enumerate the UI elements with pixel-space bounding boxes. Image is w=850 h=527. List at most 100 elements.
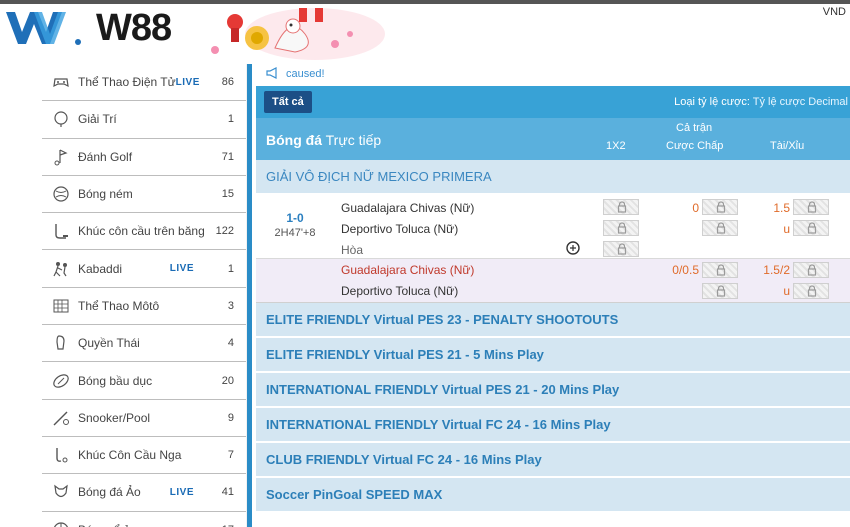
sidebar-item[interactable]: Bóng ném 15 <box>42 175 246 214</box>
w88-logo[interactable]: W88 <box>4 6 172 49</box>
w88-logo-icon <box>6 12 81 45</box>
sport-name: Bóng đá <box>266 132 322 148</box>
match-score: 1-0 <box>286 211 304 225</box>
home-team: Guadalajara Chivas (Nữ) <box>341 201 475 215</box>
league-list: ELITE FRIENDLY Virtual PES 23 - PENALTY … <box>256 303 850 513</box>
notice-text: caused! <box>286 68 325 80</box>
sidebar-item-label: Thể Thao Môtô <box>78 298 160 313</box>
sidebar-item[interactable]: Bóng rổ ảo17 <box>42 511 246 527</box>
entertainment-icon <box>52 110 70 128</box>
odds-type-value[interactable]: Tỷ lệ cược Decimal <box>753 96 848 108</box>
col-overunder-header: Tài/Xỉu <box>770 140 805 152</box>
handball-icon <box>52 185 70 203</box>
league-header[interactable]: Soccer PinGoal SPEED MAX <box>256 478 850 513</box>
league-header[interactable]: CLUB FRIENDLY Virtual FC 24 - 16 Mins Pl… <box>256 443 850 478</box>
sidebar-item[interactable]: Kabaddi LIVE 1 <box>42 250 246 288</box>
sidebar-item-label: Bóng bầu dục <box>78 373 153 388</box>
sidebar-item-count: 1 <box>227 262 234 275</box>
currency-label[interactable]: VND <box>823 6 846 18</box>
away-team: Deportivo Toluca (Nữ) <box>341 222 459 236</box>
sidebar-item-label: Đánh Golf <box>78 149 133 164</box>
sidebar-item-count: 3 <box>227 299 234 312</box>
draw-label: Hòa <box>341 243 364 257</box>
full-match-label: Cả trận <box>676 122 713 134</box>
sidebar-item[interactable]: Khúc Côn Cầu Nga 7 <box>42 436 246 475</box>
overunder-line: 1.5/2 <box>763 263 790 277</box>
match-row-alt-line: Guadalajara Chivas (Nữ) Deportivo Toluca… <box>256 259 850 303</box>
league-header[interactable]: ELITE FRIENDLY Virtual PES 21 - 5 Mins P… <box>256 338 850 373</box>
sidebar-item-count: 71 <box>221 150 234 163</box>
sidebar-item-count: 4 <box>227 337 234 350</box>
locked-odds-under <box>793 220 829 236</box>
sidebar-item-count: 1 <box>227 113 234 126</box>
away-team: Deportivo Toluca (Nữ) <box>341 284 459 298</box>
megaphone-icon <box>266 66 280 82</box>
muay-thai-icon <box>52 334 70 352</box>
filter-bar: Tất cả Loại tỷ lệ cược: Tỷ lệ cược Decim… <box>256 86 850 118</box>
sidebar-item-label: Bóng đá Ảo <box>78 485 141 500</box>
sidebar-item-label: Khúc côn cầu trên băng <box>78 224 205 239</box>
sidebar-item-label: Quyền Thái <box>78 336 140 351</box>
all-filter-button[interactable]: Tất cả <box>264 91 312 113</box>
snooker-icon <box>52 409 70 427</box>
rugby-icon <box>52 372 70 390</box>
match-row: 1-0 2H47'+8 Guadalajara Chivas (Nữ) Depo… <box>256 195 850 259</box>
brand-text: W88 <box>96 6 172 49</box>
sidebar-item[interactable]: Thể Thao Điện Tử LIVE 86 <box>42 64 246 102</box>
match-time: 2H47'+8 <box>274 227 316 239</box>
sidebar-item[interactable]: Bóng đá Ảo LIVE 41 <box>42 474 246 512</box>
sidebar-item[interactable]: Thể Thao Môtô 3 <box>42 287 246 326</box>
league-header[interactable]: ELITE FRIENDLY Virtual PES 23 - PENALTY … <box>256 303 850 338</box>
handicap-line: 0 <box>692 201 699 215</box>
locked-odds-handicap-away <box>702 283 738 299</box>
handicap-line: 0/0.5 <box>672 263 699 277</box>
lunar-new-year-decoration <box>211 8 385 60</box>
bandy-icon <box>52 446 70 464</box>
sidebar-item-label: Snooker/Pool <box>78 410 151 425</box>
locked-odds-over <box>793 199 829 215</box>
league-header[interactable]: INTERNATIONAL FRIENDLY Virtual PES 21 - … <box>256 373 850 408</box>
sidebar-item[interactable]: Quyền Thái 4 <box>42 325 246 363</box>
esports-icon <box>52 73 70 91</box>
live-badge: LIVE <box>169 263 194 275</box>
league-header[interactable]: INTERNATIONAL FRIENDLY Virtual FC 24 - 1… <box>256 408 850 443</box>
sidebar-item-label: Thể Thao Điện Tử <box>78 75 176 90</box>
league-header[interactable]: GIẢI VÔ ĐỊCH NỮ MEXICO PRIMERA <box>256 160 850 195</box>
sidebar-item-count: 7 <box>227 449 234 462</box>
sidebar-item[interactable]: Đánh Golf 71 <box>42 138 246 176</box>
golf-icon <box>52 148 70 166</box>
live-badge: LIVE <box>169 486 194 498</box>
page-root: W88 VND Thể Thao Điện Tử LIVE 86 Giải Trí 1 Đ… <box>0 0 850 527</box>
locked-odds-under <box>793 283 829 299</box>
odds-type-label: Loại tỷ lệ cược: <box>674 96 750 108</box>
sidebar-item[interactable]: Bóng bầu dục 20 <box>42 362 246 400</box>
sidebar-item-count: 9 <box>227 411 234 424</box>
sidebar-item[interactable]: Khúc côn cầu trên băng 122 <box>42 213 246 251</box>
odds-type-selector[interactable]: Loại tỷ lệ cược: Tỷ lệ cược Decimal <box>674 96 848 108</box>
sidebar-item-label: Khúc Côn Cầu Nga <box>78 448 182 463</box>
live-badge: LIVE <box>175 76 200 88</box>
sidebar-item-count: 20 <box>221 374 234 387</box>
sidebar-item[interactable]: Giải Trí 1 <box>42 101 246 139</box>
sidebar-item-count: 122 <box>215 225 234 238</box>
live-label: Trực tiếp <box>325 132 382 148</box>
locked-odds-1x2-home <box>603 199 639 215</box>
ice-hockey-icon <box>52 222 70 240</box>
virtual-basketball-icon <box>52 521 70 527</box>
site-header: W88 VND <box>0 4 850 62</box>
locked-odds-handicap-home <box>702 262 738 278</box>
col-1x2-header: 1X2 <box>606 140 626 152</box>
sidebar-item-count: 15 <box>221 188 234 201</box>
col-handicap-header: Cược Chấp <box>666 140 724 152</box>
under-label: u <box>783 222 790 236</box>
sidebar-scrollbar-thumb[interactable] <box>247 64 252 527</box>
sidebar-item-count: 86 <box>221 76 234 89</box>
locked-odds-over <box>793 262 829 278</box>
locked-odds-handicap-home <box>702 199 738 215</box>
overunder-line: 1.5 <box>773 201 790 215</box>
statistics-icon[interactable] <box>566 241 580 258</box>
sidebar-item[interactable]: Snooker/Pool 9 <box>42 399 246 437</box>
sidebar-item-label: Kabaddi <box>78 261 123 276</box>
motorsport-icon <box>52 297 70 315</box>
sidebar-item-label: Bóng rổ ảo <box>78 523 208 527</box>
